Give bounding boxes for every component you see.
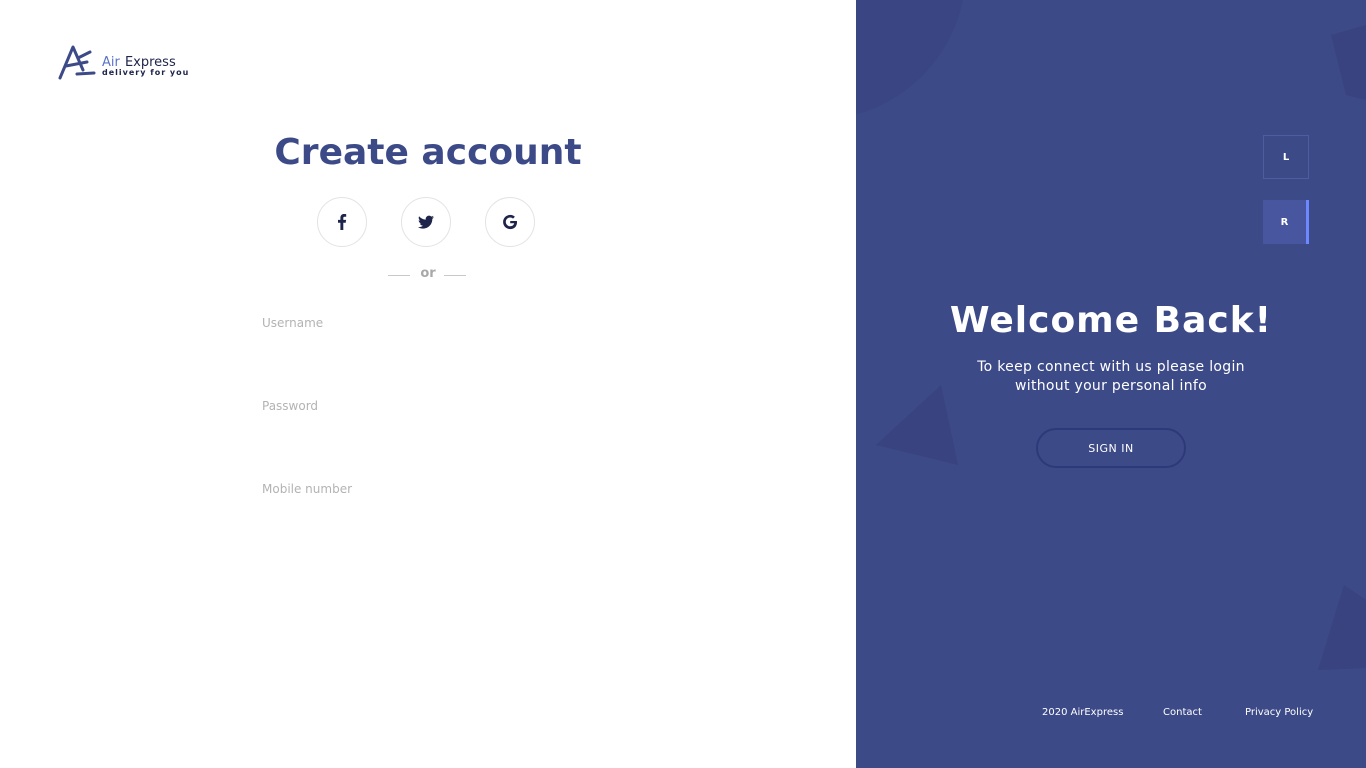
facebook-login-button[interactable] [317, 197, 367, 247]
google-icon [503, 214, 517, 230]
sign-in-button[interactable]: SIGN IN [1036, 428, 1186, 468]
welcome-panel: L R Welcome Back! To keep connect with u… [856, 0, 1366, 768]
footer-privacy-link[interactable]: Privacy Policy [1245, 707, 1313, 718]
password-field[interactable] [262, 394, 592, 418]
footer-contact-link[interactable]: Contact [1163, 707, 1202, 718]
or-divider: or [388, 266, 468, 284]
decor-circle [856, 0, 963, 115]
or-label: or [420, 266, 436, 281]
twitter-icon [418, 215, 434, 229]
google-login-button[interactable] [485, 197, 535, 247]
tab-left[interactable]: L [1263, 135, 1309, 179]
logo-tagline: delivery for you [102, 68, 190, 77]
twitter-login-button[interactable] [401, 197, 451, 247]
signup-panel: Air Express delivery for you Create acco… [0, 0, 856, 768]
footer-copyright: 2020 AirExpress [1042, 707, 1124, 718]
decor-triangle-mid [876, 385, 958, 465]
divider-line-right [444, 275, 466, 276]
mobile-field[interactable] [262, 477, 592, 501]
username-input[interactable] [262, 311, 592, 335]
mobile-number-input[interactable] [262, 477, 592, 501]
welcome-subtitle: To keep connect with us please login wit… [977, 359, 1245, 394]
tab-right[interactable]: R [1263, 200, 1309, 244]
decor-triangle-top [1331, 25, 1366, 100]
social-login-group [317, 197, 537, 249]
password-input[interactable] [262, 394, 592, 418]
decor-triangle-bottom [1318, 585, 1366, 670]
logo-mark-icon [58, 45, 96, 80]
page-title: Create account [274, 132, 582, 173]
username-field[interactable] [262, 311, 592, 335]
facebook-icon [338, 214, 347, 230]
welcome-heading: Welcome Back! [949, 300, 1273, 341]
